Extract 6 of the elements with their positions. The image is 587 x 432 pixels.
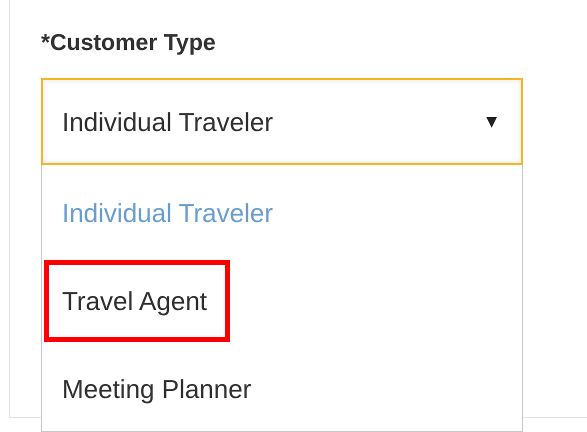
dropdown-option[interactable]: Travel Agent bbox=[44, 260, 230, 342]
customer-type-select[interactable]: Individual Traveler ▼ bbox=[41, 78, 523, 165]
dropdown-option[interactable]: Meeting Planner bbox=[44, 348, 274, 430]
caret-icon: ▼ bbox=[486, 114, 497, 130]
field-label: *Customer Type bbox=[41, 28, 217, 57]
select-value: Individual Traveler bbox=[62, 106, 273, 136]
